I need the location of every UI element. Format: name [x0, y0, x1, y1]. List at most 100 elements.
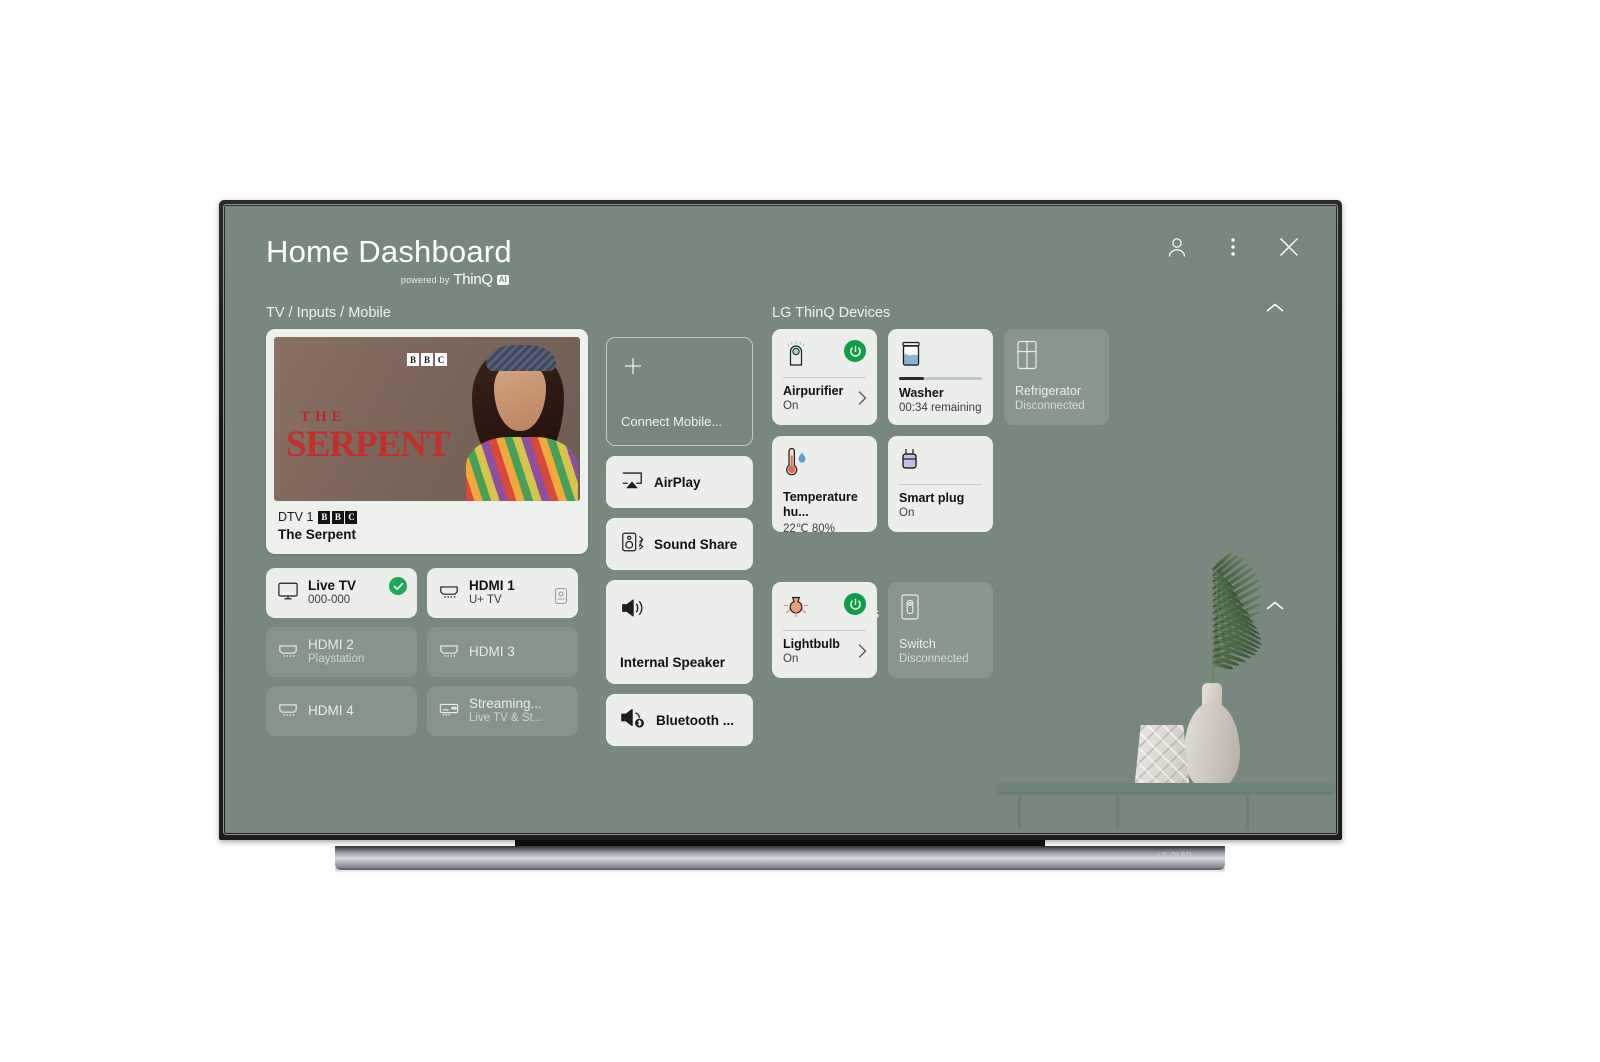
device-state: On — [783, 400, 799, 412]
input-tile-title: Live TV — [308, 578, 357, 594]
header-icon-group — [1164, 234, 1302, 260]
lock-icon — [553, 587, 569, 610]
input-tile-text: HDMI 4 — [308, 703, 354, 719]
device-card-lightbulb[interactable]: Lightbulb On — [772, 582, 877, 678]
section-title-tv-inputs: TV / Inputs / Mobile — [266, 305, 391, 321]
tv-bezel: Home Dashboard powered by ThinQ AI TV / … — [219, 200, 1342, 840]
device-card-switch[interactable]: Switch Disconnected — [888, 582, 993, 678]
hdmi-icon — [438, 640, 460, 665]
plus-icon — [623, 356, 643, 376]
preview-channel-row: DTV 1 B B C — [278, 510, 576, 524]
input-tile-subtitle: 000-000 — [308, 594, 351, 607]
power-toggle-button[interactable] — [844, 593, 866, 615]
device-card-smart-plug[interactable]: Smart plug On — [888, 436, 993, 532]
poster-title-line2: SERPENT — [286, 424, 451, 465]
mobile-tile-label: Sound Share — [654, 536, 738, 552]
preview-metadata: DTV 1 B B C The Serpent — [266, 501, 588, 554]
input-tile-title: HDMI 4 — [308, 703, 354, 719]
connect-mobile-label: Connect Mobile... — [621, 414, 723, 429]
profile-icon[interactable] — [1164, 234, 1190, 260]
power-toggle-button[interactable] — [844, 340, 866, 362]
device-name: Smart plug — [899, 491, 965, 505]
thinq-branding: powered by ThinQ AI — [266, 271, 512, 288]
mobile-tile-label: AirPlay — [654, 474, 701, 490]
input-tile-title: HDMI 2 — [308, 637, 354, 653]
device-text: Switch Disconnected — [899, 637, 982, 665]
device-name: Temperature hu... — [783, 490, 858, 519]
tv-stand — [335, 846, 1225, 870]
device-card-washer[interactable]: Washer 00:34 remaining — [888, 329, 993, 425]
mobile-tiles: AirPlay Sound Share Internal Speaker Blu… — [606, 456, 753, 746]
bbc-letter: C — [345, 510, 358, 524]
input-tile-subtitle: U+ TV — [469, 594, 502, 607]
mobile-tile-airplay[interactable]: AirPlay — [606, 456, 753, 508]
smart-plug-icon — [899, 447, 921, 480]
powered-by-label: powered by — [400, 274, 450, 285]
device-name: Washer — [899, 385, 944, 400]
hdmi-icon — [277, 640, 299, 665]
device-card-refrigerator[interactable]: Refrigerator Disconnected — [1004, 329, 1109, 425]
input-tile-hdmi-4[interactable]: HDMI 4 — [266, 686, 417, 736]
tv-inputs-column: B B C THE SERPENT DTV 1 B B C The Serpen… — [266, 329, 588, 736]
switch-icon — [899, 593, 921, 626]
input-tile-hdmi-2[interactable]: HDMI 2 Playstation — [266, 627, 417, 677]
airplay-icon — [620, 469, 644, 496]
mobile-tile-internal-speaker[interactable]: Internal Speaker — [606, 580, 753, 684]
preview-program-title: The Serpent — [278, 527, 357, 542]
close-icon[interactable] — [1276, 234, 1302, 260]
page-title: Home Dashboard — [266, 234, 512, 269]
live-preview-card[interactable]: B B C THE SERPENT DTV 1 B B C The Serpen… — [266, 329, 588, 554]
device-state: 00:34 remaining — [899, 401, 982, 414]
input-tile-title: HDMI 3 — [469, 644, 515, 660]
input-tile-title: HDMI 1 — [469, 578, 515, 594]
device-icon-row — [783, 593, 866, 627]
speaker-icon — [620, 596, 646, 625]
mobile-connect-column: Connect Mobile... AirPlay Sound Share In… — [606, 337, 753, 746]
thinq-wordmark: ThinQ — [453, 271, 493, 288]
collapse-thinq-chevron-up-icon[interactable] — [1262, 297, 1288, 319]
device-state: 22℃ 80% — [783, 523, 835, 535]
device-state: On — [899, 507, 915, 519]
input-tile-streaming[interactable]: Streaming... Live TV & St... — [427, 686, 578, 736]
device-state: Disconnected — [899, 653, 969, 665]
bbc-letter: B — [331, 510, 344, 524]
bbc-letter: B — [421, 353, 433, 366]
device-progress-bar — [899, 377, 982, 380]
mobile-tile-label: Bluetooth ... — [656, 712, 734, 728]
more-options-icon[interactable] — [1220, 234, 1246, 260]
device-text: Airpurifier On — [783, 384, 866, 412]
device-name: Switch — [899, 637, 936, 651]
chevron-right-icon[interactable] — [857, 643, 868, 664]
bbc-logo-overlay: B B C — [407, 353, 447, 366]
device-icon-row — [899, 340, 982, 374]
input-tile-hdmi-1[interactable]: HDMI 1 U+ TV — [427, 568, 578, 618]
bluetooth-speaker-icon — [620, 706, 646, 735]
tv-set: Home Dashboard powered by ThinQ AI TV / … — [219, 200, 1342, 873]
set-top-box-icon — [438, 699, 460, 724]
input-tile-text: HDMI 3 — [469, 644, 515, 660]
input-tile-grid: Live TV 000-000 HDMI 1 U+ TV HDMI 2 Play… — [266, 568, 588, 736]
device-card-temperature-hu[interactable]: Temperature hu... 22℃ 80% — [772, 436, 877, 535]
chevron-right-icon[interactable] — [857, 390, 868, 411]
section-title-thinq-devices: LG ThinQ Devices — [772, 305, 891, 321]
device-icon-row — [783, 340, 866, 374]
input-tile-live-tv[interactable]: Live TV 000-000 — [266, 568, 417, 618]
air-purifier-icon — [783, 340, 809, 373]
thermometer-icon — [783, 447, 809, 482]
mobile-tile-bluetooth[interactable]: Bluetooth ... — [606, 694, 753, 746]
connect-mobile-button[interactable]: Connect Mobile... — [606, 337, 753, 446]
input-tile-hdmi-3[interactable]: HDMI 3 — [427, 627, 578, 677]
device-card-airpurifier[interactable]: Airpurifier On — [772, 329, 877, 425]
input-tile-text: Streaming... Live TV & St... — [469, 696, 542, 725]
devices-column: Airpurifier On Washer 00:34 remaining Re… — [772, 329, 1272, 678]
mobile-tile-sound-share[interactable]: Sound Share — [606, 518, 753, 570]
device-state: On — [783, 653, 799, 665]
device-name: Refrigerator — [1015, 384, 1081, 398]
input-tile-text: HDMI 2 Playstation — [308, 637, 364, 666]
lightbulb-icon — [783, 593, 809, 626]
device-text: Refrigerator Disconnected — [1015, 384, 1098, 412]
input-tile-text: HDMI 1 U+ TV — [469, 578, 515, 607]
preview-broadcaster-logo: B B C — [318, 510, 358, 524]
mobile-tile-label: Internal Speaker — [620, 655, 726, 670]
device-icon-row — [899, 593, 982, 627]
